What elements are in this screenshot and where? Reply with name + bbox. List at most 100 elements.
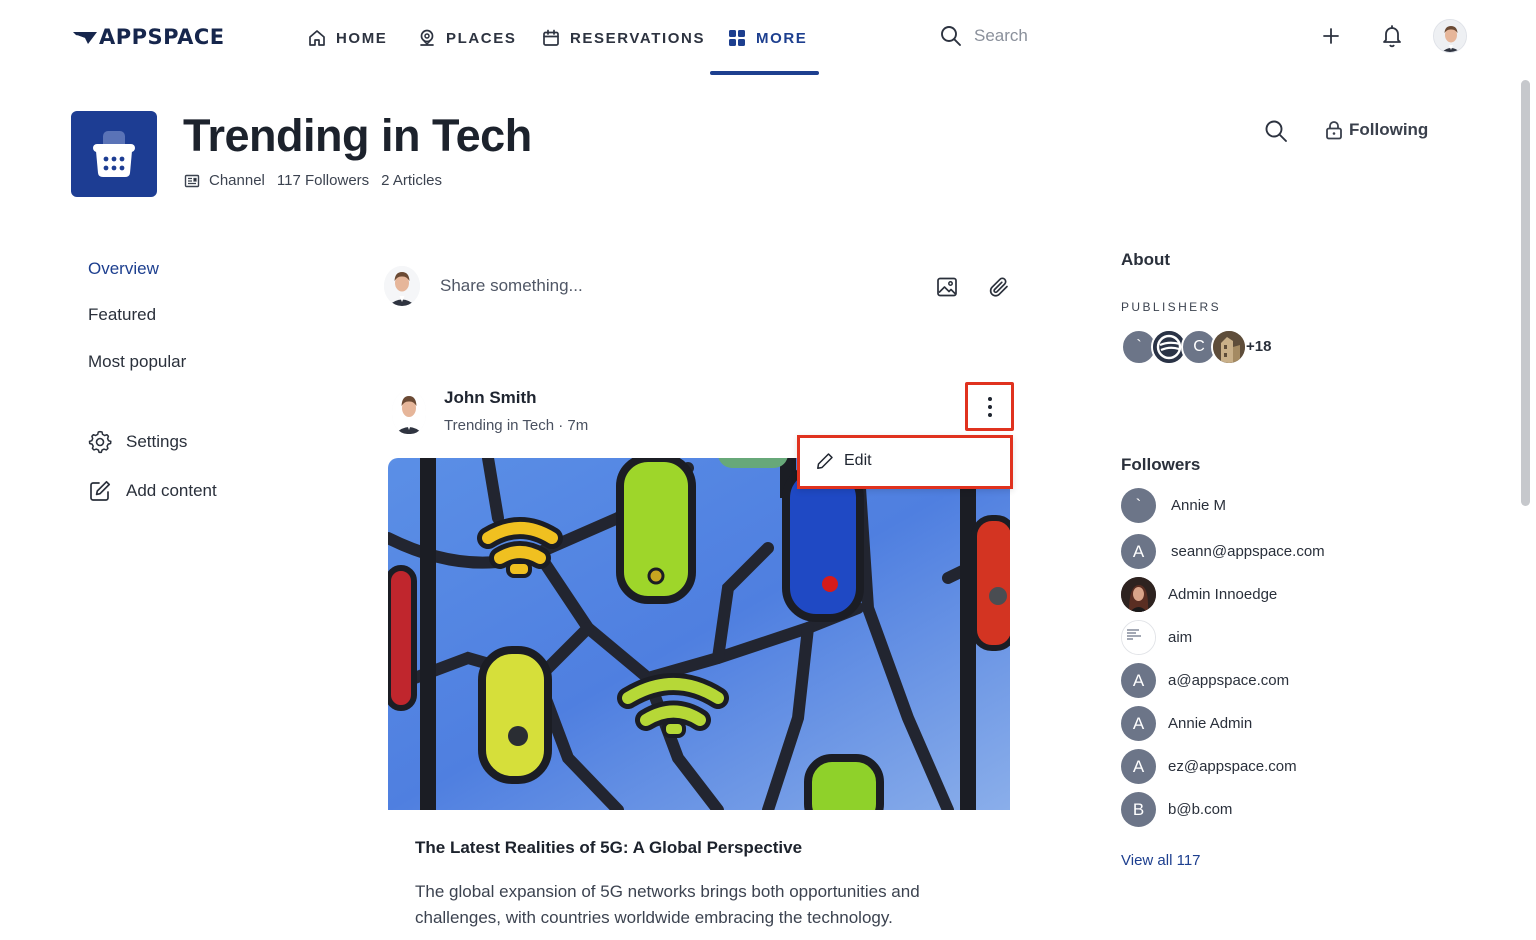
appspace-logo-mark-icon [73, 32, 97, 44]
add-content-label: Add content [126, 481, 217, 500]
sidebar-item-settings[interactable]: Settings [88, 430, 187, 454]
plus-icon [1323, 28, 1339, 44]
channel-meta: Channel 117 Followers 2 Articles [184, 172, 442, 189]
settings-label: Settings [126, 432, 188, 451]
follower-avatar: ` [1121, 488, 1156, 523]
sidebar-item-overview[interactable]: Overview [88, 259, 159, 279]
document-thumbnail-icon [1122, 621, 1155, 654]
nav-places-label: PLACES [446, 29, 517, 47]
nav-more-label: MORE [756, 29, 808, 47]
composer-avatar [384, 266, 420, 306]
follower-avatar: A [1121, 706, 1156, 741]
nav-places[interactable]: PLACES [417, 0, 516, 76]
search-icon [1265, 120, 1287, 142]
article-description: The global expansion of 5G networks brin… [415, 882, 920, 927]
article-title[interactable]: The Latest Realities of 5G: A Global Per… [415, 838, 802, 858]
nav-reservations[interactable]: RESERVATIONS [541, 0, 705, 76]
follower-item[interactable]: B b@b.com [1121, 792, 1232, 827]
follower-item[interactable]: A a@appspace.com [1121, 663, 1289, 698]
follower-photo-icon [1121, 577, 1156, 612]
sidebar-item-add-content[interactable]: Add content [88, 479, 217, 503]
follower-name: aim [1168, 629, 1193, 646]
follower-item[interactable]: ` Annie M [1121, 488, 1226, 523]
page-scrollbar[interactable] [1521, 80, 1530, 506]
nav-more[interactable]: MORE [727, 0, 807, 76]
image-icon [937, 277, 957, 297]
active-tab-indicator [710, 71, 819, 75]
gear-icon [88, 430, 112, 454]
places-pin-icon [420, 29, 434, 46]
follower-name: b@b.com [1168, 801, 1233, 818]
nav-reservations-label: RESERVATIONS [570, 29, 706, 47]
notifications-button[interactable] [1380, 24, 1404, 48]
user-photo-icon [384, 266, 420, 306]
post-meta: Trending in Tech · 7m [444, 417, 589, 434]
pencil-icon [817, 453, 833, 469]
follower-avatar: A [1121, 663, 1156, 698]
appspace-logo[interactable]: APPSPACE [72, 25, 225, 49]
menu-item-edit-label: Edit [844, 452, 872, 469]
post-author-name[interactable]: John Smith [444, 388, 537, 408]
follower-name: ez@appspace.com [1168, 758, 1297, 775]
composer-input[interactable]: Share something... [440, 276, 583, 296]
post-options-button[interactable] [965, 382, 1014, 431]
view-all-followers-link[interactable]: View all 117 [1121, 852, 1201, 869]
global-search[interactable]: Search [940, 22, 1028, 50]
menu-item-edit[interactable]: Edit [816, 452, 872, 470]
calendar-icon [543, 29, 559, 46]
brand-name: APPSPACE [99, 25, 225, 49]
kebab-menu-icon [987, 396, 992, 417]
channel-type: Channel [209, 172, 265, 189]
channel-articles-count: 2 Articles [381, 172, 443, 189]
create-button[interactable] [1321, 26, 1341, 46]
follower-item[interactable]: Admin Innoedge [1121, 577, 1277, 612]
follower-avatar [1121, 620, 1156, 655]
following-label: Following [1349, 120, 1429, 139]
follower-item[interactable]: aim [1121, 620, 1192, 655]
channel-icon [71, 111, 157, 197]
nav-home[interactable]: HOME [307, 0, 387, 76]
follower-item[interactable]: A seann@appspace.com [1121, 534, 1325, 569]
post-author-avatar[interactable] [392, 390, 426, 434]
follower-avatar: A [1121, 749, 1156, 784]
edit-square-icon [90, 480, 111, 501]
search-icon [941, 26, 961, 46]
add-image-button[interactable] [936, 276, 958, 298]
about-heading: About [1121, 250, 1171, 269]
paperclip-icon [989, 277, 1008, 297]
follower-name: a@appspace.com [1168, 672, 1290, 689]
home-icon [309, 30, 325, 46]
stained-glass-wifi-image [388, 458, 1010, 810]
user-avatar[interactable] [1433, 19, 1467, 53]
post-options-menu: Edit [797, 435, 1013, 489]
search-input[interactable]: Search [974, 26, 1028, 46]
user-photo-icon [1434, 20, 1466, 52]
newspaper-icon [184, 174, 200, 187]
follower-name: Annie M [1171, 497, 1227, 514]
bell-icon [1383, 25, 1401, 48]
attach-file-button[interactable] [987, 275, 1011, 299]
follower-name: Annie Admin [1168, 715, 1253, 732]
channel-followers-count[interactable]: 117 Followers [277, 172, 369, 189]
channel-title: Trending in Tech [183, 110, 532, 161]
followers-heading: Followers [1121, 455, 1201, 474]
follower-item[interactable]: A Annie Admin [1121, 706, 1252, 741]
following-button[interactable]: Following [1325, 120, 1428, 140]
follower-name: Admin Innoedge [1168, 586, 1278, 603]
basket-icon [93, 131, 135, 177]
publisher-photo-icon [1213, 331, 1245, 363]
top-navigation-bar: APPSPACE HOME PLACES RESERVATIONS MORE S… [0, 0, 1536, 76]
follower-name: seann@appspace.com [1171, 543, 1325, 560]
follower-item[interactable]: A ez@appspace.com [1121, 749, 1297, 784]
follower-avatar: B [1121, 792, 1156, 827]
sidebar-item-featured[interactable]: Featured [88, 305, 156, 325]
lock-icon [1326, 121, 1342, 140]
publishers-avatars[interactable]: ` C +18 [1121, 329, 1281, 365]
publishers-heading: PUBLISHERS [1121, 300, 1222, 314]
user-photo-icon [392, 390, 426, 434]
sidebar-item-most-popular[interactable]: Most popular [88, 352, 186, 372]
post-image[interactable] [388, 458, 1010, 810]
publishers-more-count[interactable]: +18 [1246, 338, 1271, 355]
channel-search-button[interactable] [1264, 119, 1288, 148]
publisher-avatar[interactable] [1211, 329, 1247, 365]
